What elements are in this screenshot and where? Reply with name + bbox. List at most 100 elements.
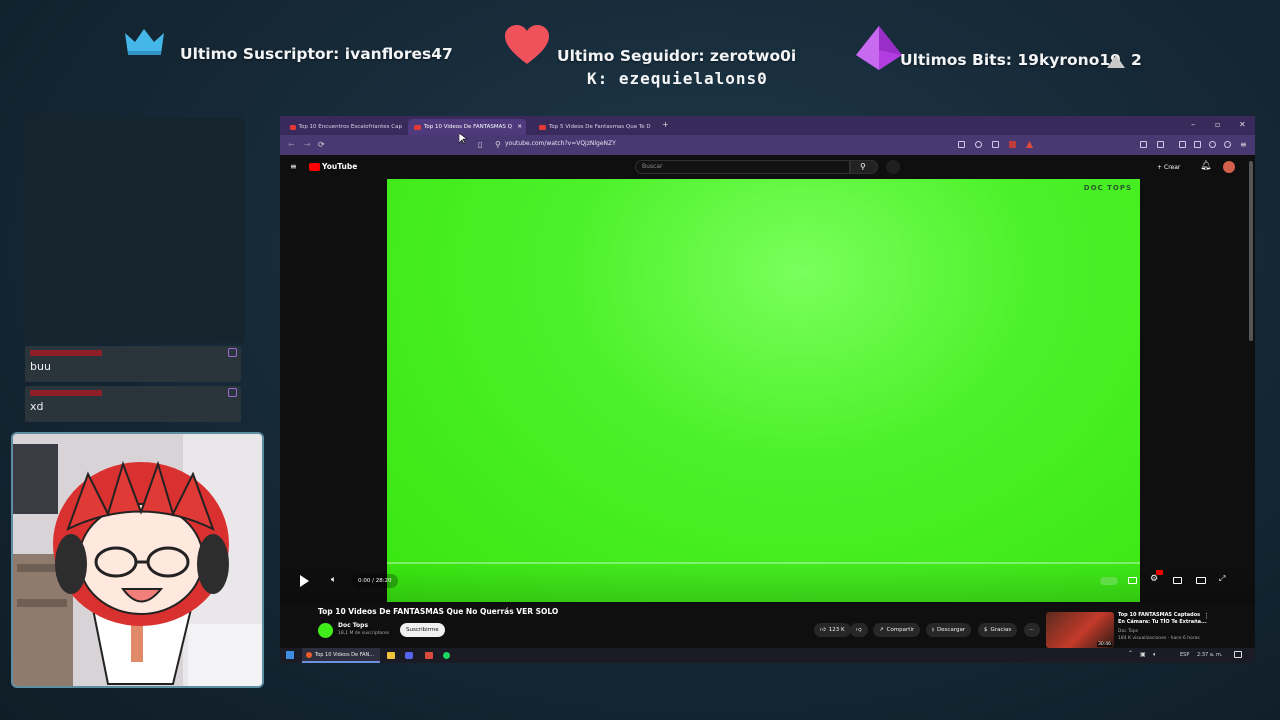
channel-avatar[interactable]	[318, 623, 333, 638]
history-icon[interactable]	[1157, 141, 1164, 148]
windows-start-icon[interactable]	[286, 651, 294, 659]
thanks-button[interactable]: $ Gracias	[978, 623, 1018, 637]
tray-chevron-icon[interactable]: ⌃	[1128, 650, 1133, 657]
youtube-brand[interactable]: YouTube	[322, 162, 357, 171]
sidebar-icon[interactable]	[1179, 141, 1186, 148]
share-label: Compartir	[886, 627, 915, 633]
app-icon[interactable]	[425, 652, 433, 659]
miniplayer-icon[interactable]	[1173, 577, 1182, 584]
suggested-channel[interactable]: Doc Tops	[1118, 629, 1138, 634]
suggested-video-thumbnail[interactable]: 30:46	[1046, 612, 1114, 648]
hd-badge	[1156, 570, 1163, 575]
browser-tab-active[interactable]: Top 10 Videos De FANTASMAS Q ✕	[408, 119, 526, 135]
suggestion-menu-icon[interactable]: ⋮	[1203, 612, 1210, 620]
maximize-icon[interactable]: ▫	[1215, 120, 1220, 129]
youtube-logo-icon[interactable]	[309, 163, 320, 171]
more-icon: ⋯	[1029, 627, 1035, 633]
youtube-header: ≡ YouTube Buscar ⚲ + Crear 🔔︎	[280, 155, 1255, 179]
account-avatar[interactable]	[1223, 161, 1235, 173]
tab-bar: Top 10 Encuentros Escalofriantes Cap Top…	[280, 116, 1255, 135]
clock[interactable]: 2:37 a. m.	[1197, 652, 1223, 658]
extensions-icon[interactable]	[1140, 141, 1147, 148]
create-button[interactable]: + Crear	[1157, 160, 1180, 174]
suggested-video-title[interactable]: Top 10 FANTASMAS Captados En Cámara: Tu …	[1118, 612, 1208, 626]
download-icon: ⭳	[932, 626, 934, 633]
volume-icon[interactable]: 🔈︎	[331, 575, 336, 585]
windows-taskbar: Top 10 Videos De FAN... ⌃ ▣ 🔈︎ ESP 2:37 …	[280, 648, 1255, 663]
ticker-text: K: ezequielalons0	[587, 69, 768, 88]
network-icon[interactable]: ▣	[1140, 651, 1146, 658]
reload-icon[interactable]: ⟳	[318, 140, 325, 149]
install-icon[interactable]	[958, 141, 965, 148]
create-label: Crear	[1164, 163, 1181, 171]
mouse-cursor-icon	[458, 129, 468, 148]
autoplay-toggle[interactable]	[1100, 577, 1118, 585]
subtitles-icon[interactable]	[1128, 577, 1137, 584]
back-icon[interactable]: ←	[288, 140, 295, 149]
dislike-button[interactable]: 👎︎	[850, 623, 868, 637]
extension-icon[interactable]	[1009, 141, 1016, 148]
spotify-icon[interactable]	[443, 652, 450, 659]
settings-icon[interactable]: ⚙	[1150, 574, 1158, 584]
browser-tab[interactable]: Top 10 Encuentros Escalofriantes Cap	[284, 119, 402, 135]
volume-tray-icon[interactable]: 🔈︎	[1153, 651, 1157, 659]
leo-icon[interactable]	[1224, 141, 1231, 148]
url-field[interactable]: youtube.com/watch?v=VQjzNlgeNZY	[505, 140, 616, 147]
channel-watermark: DOC TOPS	[1083, 184, 1132, 192]
search-button[interactable]: ⚲	[850, 160, 878, 174]
discord-icon[interactable]	[405, 652, 413, 659]
time-display: 0:00 / 28:20	[352, 574, 398, 588]
browser-tab[interactable]: Top 5 Videos De Fantasmas Que Te D	[533, 119, 651, 135]
share-icon[interactable]	[992, 141, 999, 148]
chat-message: xd	[25, 386, 241, 422]
share-button[interactable]: ↗ Compartir	[873, 623, 921, 637]
search-input[interactable]: Buscar	[635, 160, 850, 174]
subscribe-button[interactable]: Suscribirme	[400, 623, 445, 637]
bookmark-icon[interactable]: ▯	[478, 140, 482, 149]
notifications-icon[interactable]	[1234, 651, 1242, 658]
taskbar-active-window[interactable]: Top 10 Videos De FAN...	[302, 648, 380, 663]
new-tab-icon[interactable]: +	[662, 120, 669, 129]
thumbs-up-icon: 👍︎	[820, 627, 826, 633]
bits-triangle-icon	[1107, 53, 1125, 68]
last-bits-label: Ultimos Bits: 19kyrono19	[900, 51, 1121, 69]
time-text: 0:00 / 28:20	[358, 578, 392, 584]
fullscreen-icon[interactable]: ⤢	[1219, 574, 1225, 584]
language-indicator[interactable]: ESP	[1180, 652, 1189, 658]
browser-window: Top 10 Encuentros Escalofriantes Cap Top…	[280, 116, 1255, 663]
share-icon: ↗	[879, 627, 884, 633]
close-tab-icon[interactable]: ✕	[517, 124, 522, 130]
file-explorer-icon[interactable]	[387, 652, 395, 659]
more-actions-button[interactable]: ⋯	[1024, 623, 1040, 637]
wallet-icon[interactable]	[1194, 141, 1201, 148]
gem-icon	[855, 25, 903, 71]
video-title: Top 10 Videos De FANTASMAS Que No Querrá…	[318, 607, 559, 616]
page-scrollbar[interactable]	[1249, 161, 1253, 341]
video-player[interactable]: DOC TOPS	[387, 179, 1140, 602]
suggested-meta: 184 K visualizaciones · hace 6 horas	[1118, 636, 1200, 641]
twitch-icon	[228, 388, 237, 397]
zoom-icon[interactable]	[975, 141, 982, 148]
site-info-icon[interactable]: ⚲	[495, 140, 501, 149]
tab-label: Top 5 Videos De Fantasmas Que Te D	[549, 124, 651, 130]
address-bar: ← → ⟳ ▯ ⚲ youtube.com/watch?v=VQjzNlgeNZ…	[280, 135, 1255, 155]
forward-icon[interactable]: →	[304, 140, 311, 149]
alert-icon[interactable]	[1026, 141, 1033, 148]
like-button[interactable]: 👍︎ 123 K	[814, 623, 851, 637]
video-duration: 30:46	[1097, 642, 1112, 647]
theater-mode-icon[interactable]	[1196, 577, 1206, 584]
play-icon[interactable]	[300, 575, 309, 587]
hamburger-menu-icon[interactable]: ≡	[290, 162, 297, 171]
vpn-icon[interactable]	[1209, 141, 1216, 148]
channel-name[interactable]: Doc Tops	[338, 622, 368, 629]
menu-icon[interactable]: ≡	[1240, 140, 1247, 149]
voice-search-icon[interactable]	[886, 160, 900, 174]
chat-text: buu	[30, 360, 51, 373]
crown-icon	[123, 27, 166, 57]
thumbs-down-icon: 👎︎	[856, 627, 862, 633]
minimize-icon[interactable]: –	[1191, 120, 1195, 129]
bell-icon[interactable]: 🔔︎	[1200, 161, 1211, 171]
download-button[interactable]: ⭳ Descargar	[926, 623, 972, 637]
close-window-icon[interactable]: ✕	[1239, 120, 1246, 129]
chat-username-redacted	[30, 350, 102, 356]
